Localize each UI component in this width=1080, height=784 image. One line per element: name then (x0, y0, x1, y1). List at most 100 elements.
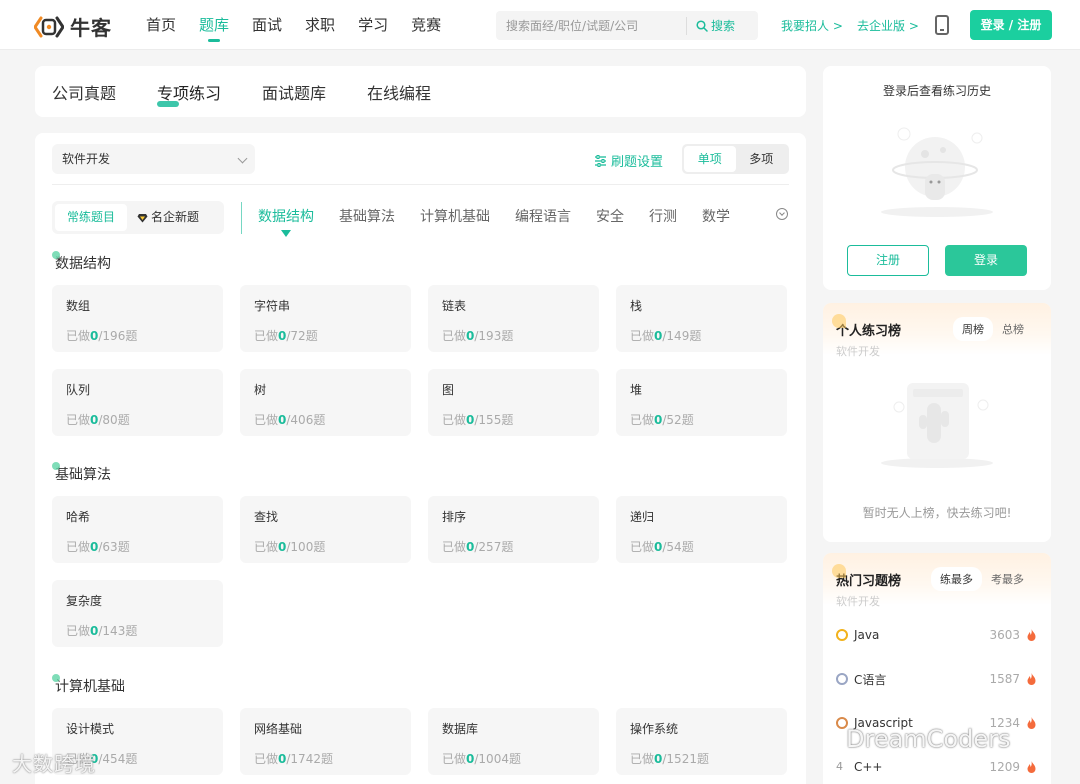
done-prefix: 已做 (66, 540, 91, 554)
tab-interview-bank[interactable]: 面试题库 (262, 80, 326, 104)
practice-settings-button[interactable]: 刷题设置 (594, 151, 663, 170)
type-common-questions[interactable]: 常练题目 (55, 204, 128, 231)
personal-rank-tabs: 周榜 总榜 (953, 317, 1033, 341)
topic-tile[interactable]: 堆已做0/52题 (616, 369, 787, 436)
hire-link[interactable]: 我要招人 > (781, 17, 843, 34)
total-count: 54 (666, 540, 682, 554)
total-count: 1521 (666, 752, 697, 766)
topic-tile[interactable]: 队列 已做0/80题 (52, 369, 223, 436)
language-name: C语言 (854, 672, 887, 687)
tab-most-tested[interactable]: 考最多 (982, 567, 1033, 591)
topic-tile[interactable]: 栈已做0/149题 (616, 285, 787, 352)
expand-chevron-icon[interactable] (776, 208, 788, 220)
tab-weekly-rank[interactable]: 周榜 (953, 317, 993, 341)
total-count: 80 (102, 413, 118, 427)
topic-tile[interactable]: 复杂度 已做0/143题 (52, 580, 223, 647)
empty-rank-illustration (881, 383, 993, 468)
mobile-app-icon[interactable] (935, 15, 949, 35)
topic-tile[interactable]: 操作系统 已做0/1521题 (616, 708, 787, 775)
subtab-math[interactable]: 数学 (702, 206, 730, 226)
done-suffix: 题 (320, 752, 333, 766)
section-title: 数据结构 (52, 251, 111, 273)
hot-rank-item[interactable]: 4 C++ 1209 (836, 759, 1038, 775)
mode-multiple[interactable]: 多项 (736, 146, 788, 172)
topic-name: 复杂度 (66, 594, 103, 608)
search-input[interactable] (496, 11, 686, 40)
tab-online-coding[interactable]: 在线编程 (367, 80, 431, 104)
hot-rank-item[interactable]: C语言 1587 (836, 671, 1038, 687)
done-count: 0 (278, 752, 287, 766)
done-count: 0 (278, 413, 287, 427)
total-count: 155 (478, 413, 502, 427)
nav-question-bank[interactable]: 题库 (199, 0, 229, 50)
type-new-company-questions[interactable]: 名企新题 (127, 204, 209, 231)
done-prefix: 已做 (630, 329, 655, 343)
watermark-right: DreamCoders (846, 725, 1011, 753)
enterprise-link[interactable]: 去企业版 > (857, 17, 919, 34)
tab-most-practiced[interactable]: 练最多 (931, 567, 982, 591)
practice-count: 3603 (989, 628, 1020, 642)
silver-medal-icon (836, 673, 848, 685)
hot-rank-tabs: 练最多 考最多 (931, 567, 1033, 591)
done-count: 0 (90, 624, 99, 638)
tab-company-exams[interactable]: 公司真题 (52, 80, 116, 104)
subtab-programming-languages[interactable]: 编程语言 (515, 206, 571, 226)
topic-name: 网络基础 (254, 722, 303, 736)
total-count: 63 (102, 540, 118, 554)
topic-tile[interactable]: 递归 已做0/54题 (616, 496, 787, 563)
total-count: 143 (102, 624, 126, 638)
section-title: 计算机基础 (52, 674, 125, 696)
topic-tile[interactable]: 数据库 已做0/1004题 (428, 708, 599, 775)
subtab-aptitude[interactable]: 行测 (649, 206, 677, 226)
login-register-button[interactable]: 登录 / 注册 (970, 10, 1052, 40)
topic-tile[interactable]: 链表 已做0/193题 (428, 285, 599, 352)
gold-medal-icon (836, 629, 848, 641)
topic-tile[interactable]: 哈希 已做0/63题 (52, 496, 223, 563)
done-prefix: 已做 (254, 540, 279, 554)
chevron-down-icon (237, 153, 248, 164)
subtab-basic-algorithms[interactable]: 基础算法 (339, 206, 395, 226)
topic-tile[interactable]: 数组 已做0/196题 (52, 285, 223, 352)
topic-tile[interactable]: 图已做0/155题 (428, 369, 599, 436)
topic-tile[interactable]: 查找 已做0/100题 (240, 496, 411, 563)
topic-tile[interactable]: 排序 已做0/257题 (428, 496, 599, 563)
hot-rank-item[interactable]: Java 3603 (836, 627, 1038, 643)
topic-progress: 已做0/52题 (630, 413, 694, 427)
subtab-data-structures[interactable]: 数据结构 (258, 206, 314, 237)
topic-progress: 已做0/63题 (66, 540, 130, 554)
nav-home[interactable]: 首页 (146, 0, 176, 50)
nav-contest[interactable]: 竞赛 (411, 0, 441, 50)
login-button[interactable]: 登录 (945, 245, 1027, 276)
total-count: 1742 (290, 752, 321, 766)
personal-rank-subtitle: 软件开发 (836, 345, 880, 358)
divider (52, 184, 789, 185)
section-title: 基础算法 (52, 462, 111, 484)
tab-overall-rank[interactable]: 总榜 (993, 317, 1033, 341)
fire-icon (1027, 673, 1036, 685)
tab-topic-practice[interactable]: 专项练习 (157, 80, 221, 107)
topic-name: 数据库 (442, 722, 479, 736)
done-count: 0 (466, 540, 475, 554)
logo[interactable]: 牛客 (34, 12, 112, 41)
sliders-icon (595, 154, 606, 167)
done-prefix: 已做 (66, 413, 91, 427)
register-button[interactable]: 注册 (847, 245, 929, 276)
done-suffix: 题 (689, 329, 702, 343)
subtab-security[interactable]: 安全 (596, 206, 624, 226)
mode-single[interactable]: 单项 (684, 146, 736, 172)
rank-number: 4 (836, 760, 843, 773)
topic-tile[interactable]: 树已做0/406题 (240, 369, 411, 436)
topic-tile[interactable]: 字符串 已做0/72题 (240, 285, 411, 352)
nav-interview[interactable]: 面试 (252, 0, 282, 50)
question-type-toggle: 常练题目 名企新题 (52, 201, 224, 234)
topic-name: 链表 (442, 299, 467, 313)
topic-progress: 已做0/100题 (254, 540, 326, 554)
nav-jobs[interactable]: 求职 (305, 0, 335, 50)
nav-learn[interactable]: 学习 (358, 0, 388, 50)
search-button[interactable]: 搜索 (687, 17, 735, 34)
done-suffix: 题 (681, 540, 694, 554)
topic-progress: 已做0/1521题 (630, 752, 709, 766)
topic-tile[interactable]: 网络基础 已做0/1742题 (240, 708, 411, 775)
category-select[interactable]: 软件开发 (52, 144, 255, 174)
subtab-cs-basics[interactable]: 计算机基础 (420, 206, 490, 226)
